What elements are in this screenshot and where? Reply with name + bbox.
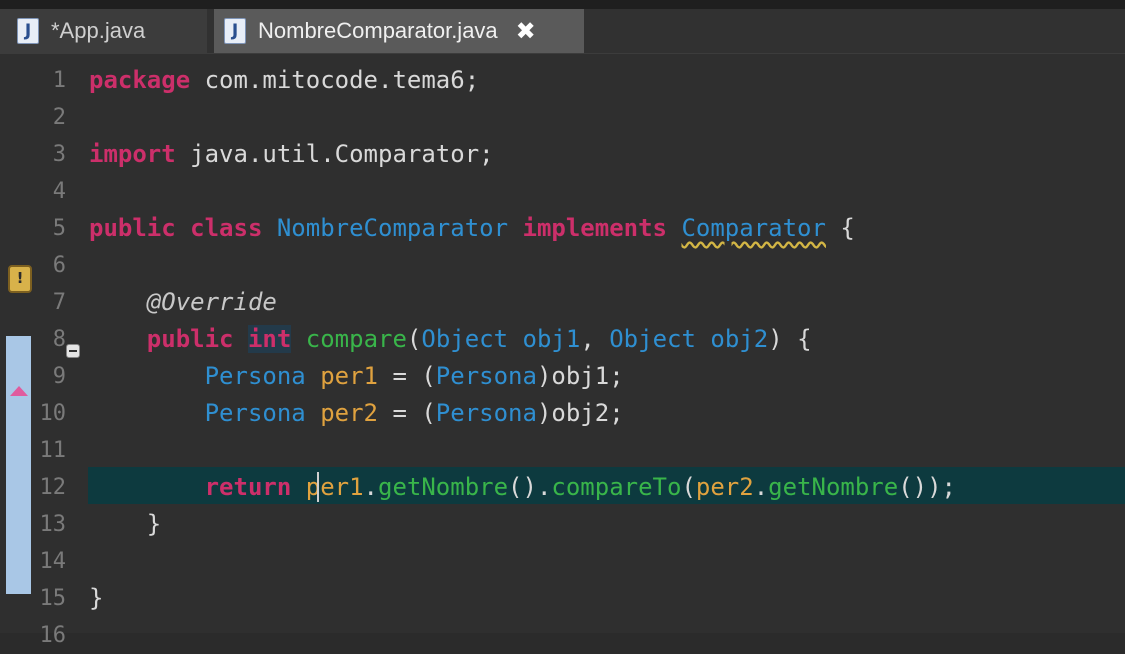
cast-type: Persona <box>435 399 537 427</box>
text-cursor <box>317 472 319 502</box>
tab-label: NombreComparator.java <box>258 18 498 43</box>
java-file-icon: J <box>224 18 246 44</box>
keyword: return <box>204 473 292 501</box>
variable-name: per1 <box>320 362 378 390</box>
punctuation: = ( <box>378 399 436 427</box>
import-path: java.util.Comparator; <box>175 140 494 168</box>
tab-app-java[interactable]: J *App.java <box>0 9 207 53</box>
type-name: Persona <box>204 399 306 427</box>
punctuation: ) { <box>768 325 812 353</box>
line-number: 1 <box>52 68 66 93</box>
line-number: 5 <box>52 216 66 241</box>
top-border <box>0 0 1125 9</box>
return-type: int <box>247 325 292 353</box>
line-number: 11 <box>39 438 67 463</box>
line-number: 2 <box>52 105 66 130</box>
closing-brace: } <box>146 510 162 538</box>
code-line-8[interactable]: public int compare(Object obj1, Object o… <box>89 321 812 358</box>
code-line-15[interactable]: } <box>89 580 103 617</box>
line-number: 15 <box>39 586 67 611</box>
tab-nombrecomparator-java[interactable]: J NombreComparator.java ✖ <box>214 9 584 53</box>
class-name: NombreComparator <box>276 214 509 242</box>
param-type: Object <box>609 325 696 353</box>
method-name: compare <box>305 325 407 353</box>
punctuation: (). <box>508 473 552 501</box>
param-type: Object <box>421 325 509 353</box>
punctuation: ( <box>406 325 422 353</box>
editor-tab-bar: J *App.java J NombreComparator.java ✖ <box>0 9 1125 54</box>
code-line-13[interactable]: } <box>89 506 161 543</box>
line-number: 4 <box>52 179 66 204</box>
closing-brace: } <box>89 584 104 612</box>
code-line-12[interactable]: return per1.getNombre().compareTo(per2.g… <box>89 469 956 506</box>
line-number: 6 <box>52 253 66 278</box>
code-line-3[interactable]: import java.util.Comparator; <box>89 136 494 173</box>
expression: )obj1; <box>536 362 624 390</box>
keyword: implements <box>522 214 668 242</box>
tab-label: *App.java <box>51 18 146 43</box>
collapse-fold-icon[interactable] <box>66 344 80 358</box>
method-call: getNombre <box>768 473 899 501</box>
type-name: Persona <box>204 362 306 390</box>
package-name: com.mitocode.tema6; <box>190 66 480 94</box>
java-file-icon: J <box>17 18 39 44</box>
code-text-area[interactable]: package com.mitocode.tema6; import java.… <box>84 54 1125 633</box>
line-number-gutter[interactable]: ! 1 2 3 4 5 6 7 8 9 10 11 12 13 14 15 16 <box>0 54 84 648</box>
variable-name: per2 <box>320 399 378 427</box>
punctuation: ()); <box>898 473 956 501</box>
keyword: package <box>89 66 191 94</box>
close-icon[interactable]: ✖ <box>516 19 536 43</box>
line-number: 8 <box>52 327 66 352</box>
brace: { <box>825 214 855 242</box>
method-call: getNombre <box>378 473 509 501</box>
keyword: public <box>146 325 234 353</box>
line-number: 3 <box>52 142 66 167</box>
expression: )obj2; <box>536 399 624 427</box>
code-line-10[interactable]: Persona per2 = (Persona)obj2; <box>89 395 624 432</box>
interface-name-warning[interactable]: Comparator <box>681 214 826 242</box>
punctuation: ( <box>681 473 696 501</box>
code-line-9[interactable]: Persona per1 = (Persona)obj1; <box>89 358 624 395</box>
param-name: obj1 <box>522 325 581 353</box>
keyword: public <box>89 214 176 242</box>
variable-name: per2 <box>695 473 754 501</box>
punctuation: . <box>363 473 378 501</box>
line-number: 14 <box>39 549 67 574</box>
line-number: 10 <box>39 401 67 426</box>
line-number: 7 <box>52 290 66 315</box>
cast-type: Persona <box>435 362 537 390</box>
variable-name: per1 <box>305 473 364 501</box>
code-line-5[interactable]: public class NombreComparator implements… <box>89 210 855 247</box>
annotation: @Override <box>146 288 277 316</box>
keyword: import <box>89 140 176 168</box>
param-name: obj2 <box>710 325 769 353</box>
line-number: 9 <box>52 364 66 389</box>
punctuation: . <box>753 473 769 501</box>
line-number: 13 <box>39 512 67 537</box>
line-number: 12 <box>39 475 67 500</box>
method-call: compareTo <box>551 473 682 501</box>
code-editor: J *App.java J NombreComparator.java ✖ ! … <box>0 0 1125 648</box>
punctuation: , <box>580 325 610 353</box>
keyword: class <box>190 214 263 242</box>
code-line-7[interactable]: @Override <box>89 284 277 321</box>
punctuation: = ( <box>378 362 436 390</box>
code-line-1[interactable]: package com.mitocode.tema6; <box>89 62 479 99</box>
line-number: 16 <box>39 623 67 648</box>
